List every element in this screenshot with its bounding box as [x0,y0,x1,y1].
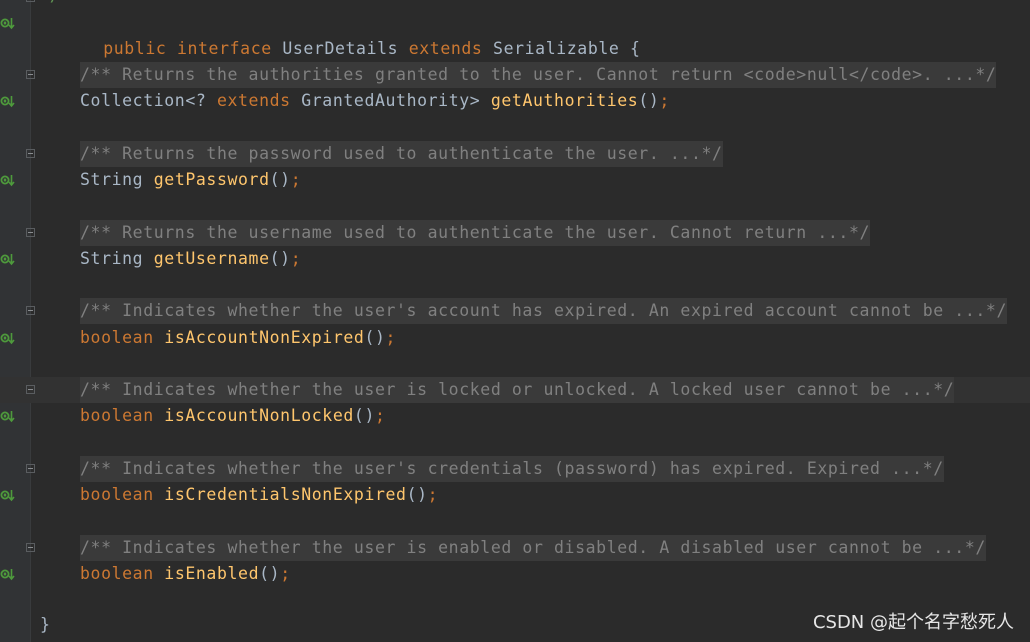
open-brace: { [629,39,641,58]
fold-expand-icon[interactable] [26,70,35,79]
method-parens: () [269,249,291,268]
method-name[interactable]: isCredentialsNonExpired [164,485,406,504]
semicolon: ; [290,249,302,268]
implemented-method-icon[interactable] [0,330,16,346]
method-name[interactable]: isEnabled [164,564,259,583]
fold-expand-icon[interactable] [26,306,35,315]
method-parens: () [406,485,428,504]
interface-name: UserDetails [282,39,399,58]
semicolon: ; [290,170,302,189]
folded-javadoc-comment[interactable]: /** Returns the authorities granted to t… [80,62,997,88]
code-line-javadoc[interactable]: /** Returns the password used to authent… [0,141,1030,167]
return-type-rest [154,564,165,583]
fold-expand-icon[interactable] [26,149,35,158]
type-keyword: boolean [80,406,154,425]
code-line-method[interactable]: Collection<? extends GrantedAuthority> g… [0,88,1030,114]
method-name[interactable]: getPassword [154,170,270,189]
folded-javadoc-comment[interactable]: /** Indicates whether the user is enable… [80,535,986,561]
keyword-extends: extends [408,39,483,58]
semicolon: ; [385,328,397,347]
close-brace: } [40,615,51,634]
csdn-watermark: CSDN @起个名字愁死人 [812,612,1014,633]
folded-javadoc-comment[interactable]: /** Indicates whether the user's credent… [80,456,944,482]
code-line-method[interactable]: String getUsername(); [0,246,1030,272]
comment-fragment: */ [40,0,61,9]
return-type-rest [154,328,165,347]
keyword-public: public [103,39,167,58]
return-type-rest [154,485,165,504]
type-keyword: boolean [80,564,154,583]
code-line-method[interactable]: boolean isEnabled(); [0,561,1030,587]
implemented-method-icon[interactable] [0,15,16,31]
implemented-method-icon[interactable] [0,566,16,582]
parent-interface-name: Serializable [493,39,620,58]
semicolon: ; [427,485,439,504]
type-keyword: boolean [80,485,154,504]
type-keyword: extends [216,91,291,110]
return-type: Collection<? [80,91,217,110]
folded-javadoc-comment[interactable]: /** Indicates whether the user is locked… [80,377,955,403]
method-name[interactable]: getAuthorities [491,91,638,110]
code-line-javadoc[interactable]: /** Indicates whether the user's credent… [0,456,1030,482]
code-editor[interactable]: */ public interface UserDetails extends … [0,0,1030,642]
code-line-javadoc[interactable]: /** Indicates whether the user's account… [0,298,1030,324]
type-keyword: boolean [80,328,154,347]
code-line-javadoc[interactable]: /** Returns the username used to authent… [0,220,1030,246]
semicolon: ; [280,564,291,583]
code-line-interface[interactable]: public interface UserDetails extends Ser… [0,10,1030,58]
code-line-javadoc[interactable]: /** Indicates whether the user is locked… [0,377,1030,403]
code-line-javadoc[interactable]: /** Indicates whether the user is enable… [0,535,1030,561]
return-type-rest: GrantedAuthority> [290,91,491,110]
implemented-method-icon[interactable] [0,408,16,424]
implemented-method-icon[interactable] [0,93,16,109]
implemented-method-icon[interactable] [0,172,16,188]
code-line-javadoc[interactable]: /** Returns the authorities granted to t… [0,62,1030,88]
return-type-rest [154,406,165,425]
implemented-method-icon[interactable] [0,251,16,267]
method-name[interactable]: getUsername [154,249,270,268]
keyword-interface: interface [176,39,272,58]
code-line-method[interactable]: boolean isAccountNonLocked(); [0,403,1030,429]
method-parens: () [259,564,281,583]
return-type: String [80,170,154,189]
folded-javadoc-comment[interactable]: /** Returns the password used to authent… [80,141,723,167]
method-name[interactable]: isAccountNonExpired [164,328,364,347]
fold-expand-icon[interactable] [26,385,35,394]
code-line-method[interactable]: boolean isCredentialsNonExpired(); [0,482,1030,508]
fold-expand-icon[interactable] [26,228,35,237]
method-parens: () [269,170,291,189]
code-line-method[interactable]: boolean isAccountNonExpired(); [0,325,1030,351]
method-parens: () [353,406,375,425]
fold-expand-icon[interactable] [26,464,35,473]
fold-expand-icon[interactable] [26,543,35,552]
folded-javadoc-comment[interactable]: /** Returns the username used to authent… [80,220,871,246]
semicolon: ; [374,406,386,425]
fold-end-icon[interactable] [26,0,35,2]
implemented-method-icon[interactable] [0,487,16,503]
method-name[interactable]: isAccountNonLocked [164,406,354,425]
folded-javadoc-comment[interactable]: /** Indicates whether the user's account… [80,298,1007,324]
return-type: String [80,249,154,268]
method-parens: () [638,91,660,110]
method-parens: () [364,328,386,347]
semicolon: ; [659,91,670,110]
code-line-method[interactable]: String getPassword(); [0,167,1030,193]
